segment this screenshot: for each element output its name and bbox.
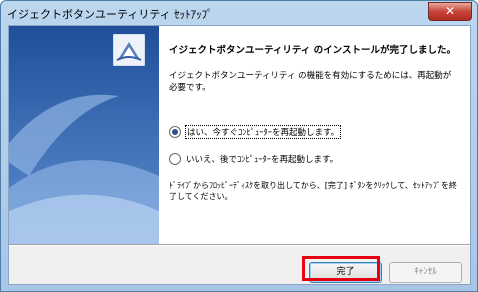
restart-now-label[interactable]: はい、今すぐｺﾝﾋﾟｭｰﾀｰを再起動します。 (184, 125, 342, 139)
restart-later-option[interactable]: いいえ、後でｺﾝﾋﾟｭｰﾀｰを再起動します。 (169, 152, 338, 166)
radio-restart-now[interactable] (169, 126, 181, 138)
instruction-note: ﾄﾞﾗｲﾌﾞからﾌﾛｯﾋﾟｰﾃﾞｨｽｸを取り出してから、[完了] ﾎﾞﾀﾝをｸﾘ… (169, 181, 457, 201)
completion-heading: イジェクトボタンユーティリティ のインストールが完了しました。 (169, 45, 456, 56)
content-pane: イジェクトボタンユーティリティ のインストールが完了しました。 イジェクトボタン… (113, 26, 470, 244)
title-bar: イジェクトボタンユーティリティ ｾｯﾄｱｯﾌﾟ ✕ (1, 1, 477, 24)
restart-description: イジェクトボタンユーティリティ の機能を有効にするためには、再起動が必要です。 (169, 71, 452, 93)
radio-restart-later[interactable] (169, 153, 181, 165)
finish-button-highlight (302, 256, 380, 281)
dialog-client-area: イジェクトボタンユーティリティ のインストールが完了しました。 イジェクトボタン… (8, 25, 471, 285)
close-button[interactable]: ✕ (428, 2, 472, 21)
product-logo-icon (113, 34, 145, 66)
restart-later-label[interactable]: いいえ、後でｺﾝﾋﾟｭｰﾀｰを再起動します。 (186, 153, 338, 165)
cancel-button[interactable]: ｷｬﾝｾﾙ (389, 262, 462, 283)
restart-now-option[interactable]: はい、今すぐｺﾝﾋﾟｭｰﾀｰを再起動します。 (169, 125, 342, 139)
setup-window: イジェクトボタンユーティリティ ｾｯﾄｱｯﾌﾟ ✕ イジェクトボタンユーティリテ… (0, 0, 478, 292)
window-title: イジェクトボタンユーティリティ ｾｯﾄｱｯﾌﾟ (7, 8, 213, 21)
separator-line (9, 244, 470, 245)
